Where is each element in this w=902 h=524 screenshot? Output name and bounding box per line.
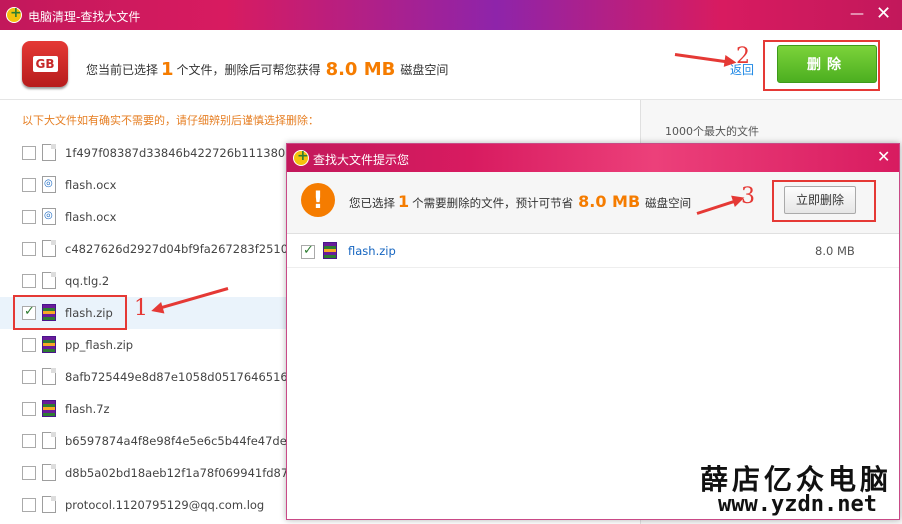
doc-file-icon [42,240,56,257]
dialog-title-bar: 查找大文件提示您 ✕ [287,144,899,172]
doc-file-icon [42,432,56,449]
file-checkbox[interactable] [22,434,36,448]
title-bar: 电脑清理-查找大文件 — ✕ [0,0,902,30]
doc-file-icon [42,496,56,513]
file-checkbox[interactable] [22,370,36,384]
annotation-box-1 [13,295,127,330]
zip-file-icon [42,400,56,417]
dialog-file-name[interactable]: flash.zip [348,244,396,258]
dialog-title: 查找大文件提示您 [313,153,410,167]
selection-summary: 您当前已选择 1 个文件，删除后可帮您获得 8.0 MB 磁盘空间 [86,59,449,80]
doc-file-icon [42,464,56,481]
dialog-logo-icon [293,148,309,166]
minimize-button[interactable]: — [850,6,864,22]
file-checkbox[interactable] [22,242,36,256]
app-logo-icon [6,5,22,23]
file-name[interactable]: qq.tlg.2 [65,274,109,288]
file-checkbox[interactable] [22,274,36,288]
dialog-summary: 您已选择 1 个需要删除的文件，预计可节省 8.0 MB 磁盘空间 [349,192,692,211]
doc-file-icon [42,272,56,289]
ocx-file-icon [42,176,56,193]
file-checkbox[interactable] [22,146,36,160]
annotation-number-1: 1 [134,296,148,321]
zip-file-icon [323,242,337,259]
file-checkbox[interactable] [22,338,36,352]
dialog-count: 1 [398,192,410,211]
file-checkbox[interactable] [22,402,36,416]
file-name[interactable]: flash.ocx [65,210,116,224]
annotation-box-3 [772,180,876,222]
annotation-number-2: 2 [736,44,750,69]
dialog-file-row[interactable]: flash.zip 8.0 MB [287,236,899,268]
annotation-number-3: 3 [741,184,755,209]
disk-gb-icon: GB [22,41,68,87]
dialog-close-button[interactable]: ✕ [877,147,890,166]
list-hint: 以下大文件如有确实不需要的，请仔细辨别后谨慎选择删除： [22,114,319,127]
dialog-file-checkbox[interactable] [301,243,315,259]
file-checkbox[interactable] [22,178,36,192]
file-name[interactable]: protocol.1120795129@qq.com.log [65,498,264,512]
selected-count: 1 [161,59,174,80]
doc-file-icon [42,144,56,161]
file-checkbox[interactable] [22,210,36,224]
file-name[interactable]: 8afb725449e8d87e1058d05176465166 [65,370,295,384]
file-name[interactable]: flash.7z [65,402,110,416]
window-title: 电脑清理-查找大文件 [28,10,141,24]
file-checkbox[interactable] [22,466,36,480]
file-name[interactable]: b6597874a4f8e98f4e5e6c5b44fe47de [65,434,287,448]
dialog-size: 8.0 MB [578,192,641,211]
close-button[interactable]: ✕ [876,3,891,24]
zip-file-icon [42,336,56,353]
freed-size: 8.0 MB [325,59,396,80]
file-name[interactable]: 1f497f08387d33846b422726b1113805 [65,146,293,160]
annotation-box-2 [763,40,880,91]
dialog-file-size: 8.0 MB [815,244,855,258]
file-name[interactable]: pp_flash.zip [65,338,133,352]
file-name[interactable]: d8b5a02bd18aeb12f1a78f069941fd87 [65,466,288,480]
ocx-file-icon [42,208,56,225]
file-checkbox[interactable] [22,498,36,512]
right-panel-title: 1000个最大的文件 [665,125,759,138]
warning-icon: ! [301,183,335,217]
watermark-url: www.yzdn.net [718,492,877,517]
doc-file-icon [42,368,56,385]
file-name[interactable]: c4827626d2927d04bf9fa267283f2510 [65,242,288,256]
file-name[interactable]: flash.ocx [65,178,116,192]
